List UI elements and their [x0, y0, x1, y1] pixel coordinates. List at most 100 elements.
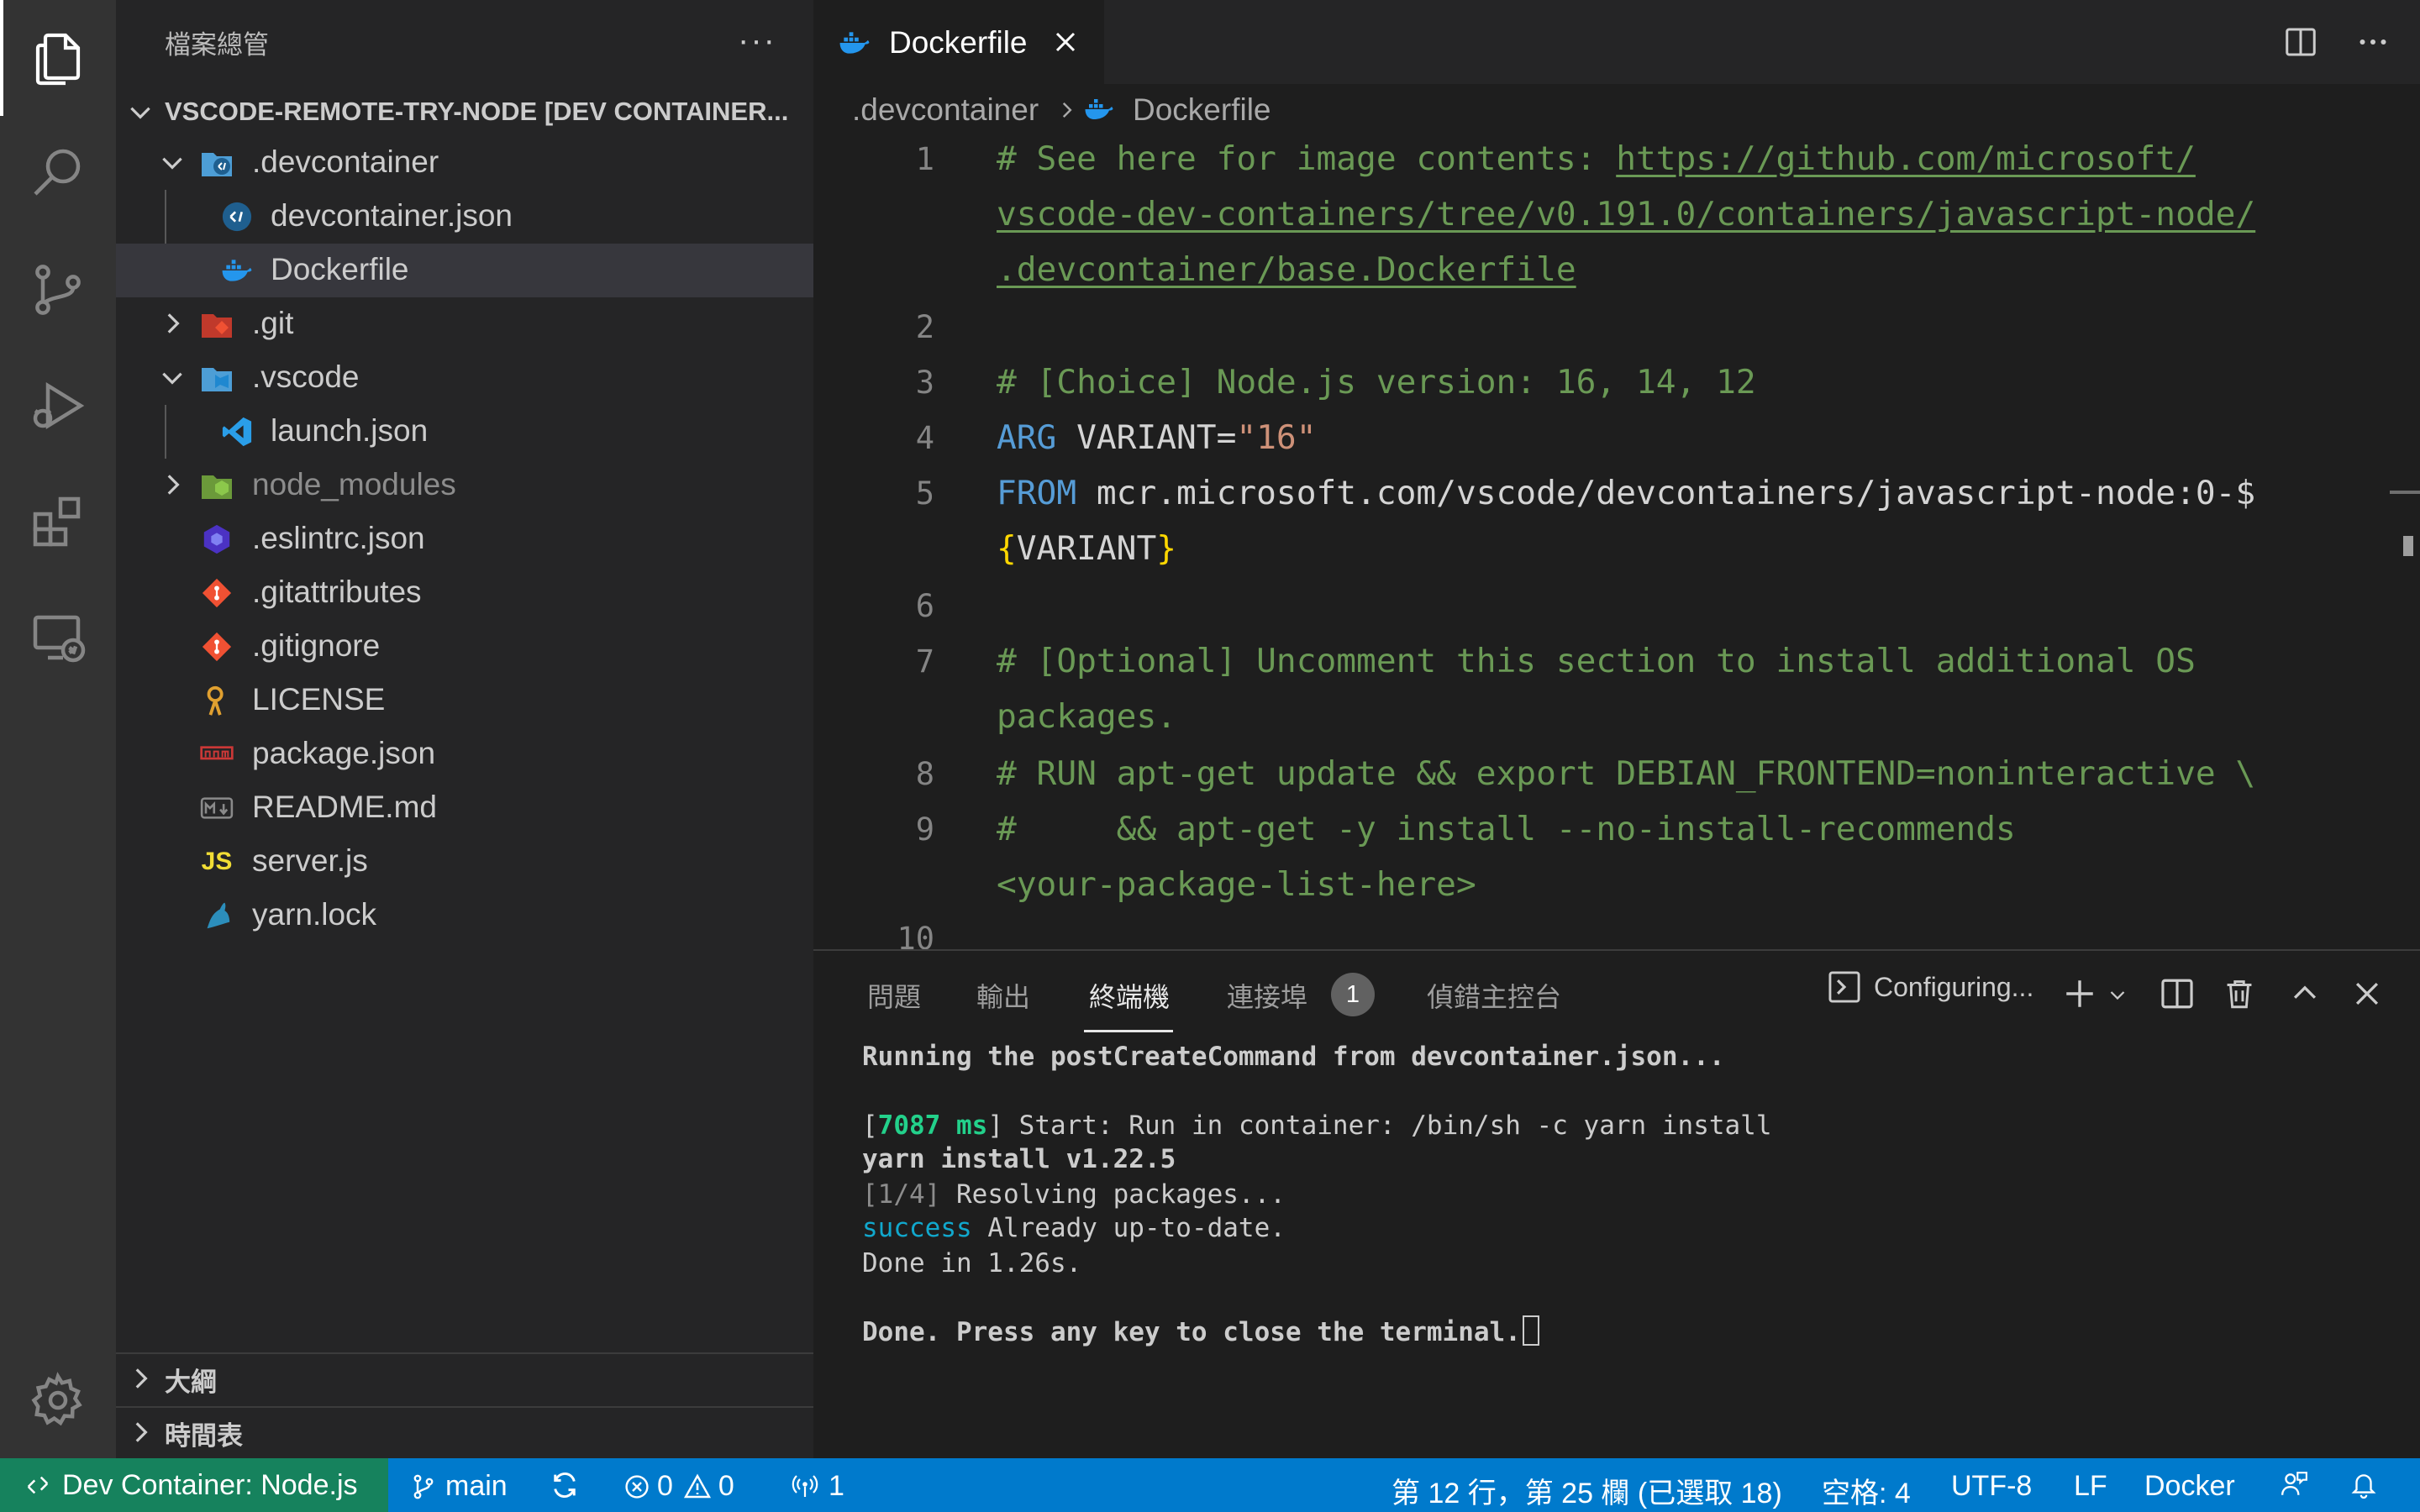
status-bar: Dev Container: Node.js main 0 0 1 第 12 行… — [0, 1458, 2420, 1512]
code-text: VARIANT= — [1056, 418, 1237, 457]
tab-problems[interactable]: 問題 — [867, 976, 921, 1015]
eslint-icon — [200, 522, 234, 556]
tree-file-gitattributes[interactable]: .gitattributes — [116, 566, 813, 620]
timeline-section[interactable]: 時間表 — [116, 1406, 813, 1458]
search-icon[interactable] — [0, 116, 116, 232]
tab-terminal[interactable]: 終端機 — [1089, 976, 1170, 1015]
code-link[interactable]: vscode-dev-containers/tree/v0.191.0/cont… — [997, 195, 2255, 234]
tree-file-server-js[interactable]: JS server.js — [116, 835, 813, 889]
indentation[interactable]: 空格: 4 — [1822, 1470, 1911, 1511]
tab-output[interactable]: 輸出 — [976, 976, 1030, 1015]
more-actions-icon[interactable]: ··· — [738, 22, 776, 60]
terminal-success: success — [862, 1213, 972, 1243]
end-of-line[interactable]: LF — [2074, 1470, 2107, 1503]
tree-folder-node-modules[interactable]: node_modules — [116, 459, 813, 512]
tree-file-yarn-lock[interactable]: yarn.lock — [116, 889, 813, 942]
remote-icon — [27, 1476, 49, 1494]
tree-file-launch-json[interactable]: launch.json — [116, 405, 813, 459]
explorer-icon[interactable] — [0, 0, 116, 116]
remote-label: Dev Container: Node.js — [62, 1468, 358, 1501]
tab-ports[interactable]: 連接埠 — [1227, 976, 1307, 1015]
tree-file-readme[interactable]: README.md — [116, 781, 813, 835]
outline-section[interactable]: 大綱 — [116, 1352, 813, 1404]
cursor-position[interactable]: 第 12 行，第 25 欄 (已選取 18) — [1392, 1470, 1782, 1511]
run-debug-icon[interactable] — [0, 348, 116, 464]
split-terminal-icon[interactable] — [2160, 976, 2195, 1011]
tree-file-package-json[interactable]: package.json — [116, 727, 813, 781]
tree-file-license[interactable]: LICENSE — [116, 674, 813, 727]
code-line-wrap: packages. — [997, 697, 1177, 736]
warning-icon — [683, 1473, 711, 1498]
tree-folder-git[interactable]: .git — [116, 297, 813, 351]
tree-item-label: .gitignore — [252, 628, 381, 663]
docker-icon — [1085, 99, 1113, 119]
more-actions-icon[interactable] — [2356, 25, 2390, 59]
tree-folder-vscode[interactable]: .vscode — [116, 351, 813, 405]
chevron-down-icon[interactable] — [2107, 984, 2128, 1005]
tree-item-label: package.json — [252, 736, 436, 770]
folder-vscode-icon — [200, 361, 234, 395]
breadcrumb-item[interactable]: Dockerfile — [1133, 92, 1271, 128]
terminal-name: Configuring... — [1874, 971, 2034, 1002]
tree-folder-devcontainer[interactable]: .devcontainer — [116, 136, 813, 190]
problems-indicator[interactable]: 0 0 — [623, 1470, 734, 1503]
npm-icon — [200, 738, 234, 771]
license-icon — [200, 684, 234, 717]
scrollbar-thumb[interactable] — [2403, 536, 2413, 556]
tree-file-dockerfile[interactable]: Dockerfile — [116, 244, 813, 297]
terminal-text: Already up-to-date. — [971, 1213, 1286, 1243]
ports-indicator[interactable]: 1 — [790, 1470, 844, 1503]
tree-file-eslintrc[interactable]: .eslintrc.json — [116, 512, 813, 566]
feedback-button[interactable] — [2279, 1470, 2309, 1499]
folder-git-icon — [200, 307, 234, 341]
code-link[interactable]: .devcontainer/base.Dockerfile — [997, 250, 1576, 289]
sync-button[interactable] — [550, 1470, 580, 1500]
terminal-line: Running the postCreateCommand from devco… — [862, 1042, 1725, 1072]
code-editor[interactable]: 1 # See here for image contents: https:/… — [813, 136, 2420, 949]
tab-debug-console[interactable]: 偵錯主控台 — [1427, 976, 1561, 1015]
new-terminal-plus-icon[interactable] — [2062, 976, 2097, 1011]
line-number: 7 — [915, 643, 934, 680]
branch-indicator[interactable]: main — [410, 1470, 508, 1503]
chevron-right-icon — [1062, 102, 1072, 118]
code-link[interactable]: https://github.com/microsoft/ — [1616, 139, 2196, 178]
remote-explorer-icon[interactable] — [0, 580, 116, 696]
code-line: # [Choice] Node.js version: 16, 14, 12 — [997, 363, 1756, 402]
tree-file-devcontainer-json[interactable]: devcontainer.json — [116, 190, 813, 244]
terminal-icon — [1828, 971, 1860, 1003]
terminal-selector[interactable]: Configuring... — [1827, 969, 2033, 1005]
trash-icon[interactable] — [2222, 976, 2257, 1011]
code-line-wrap: vscode-dev-containers/tree/v0.191.0/cont… — [997, 195, 2255, 234]
chevron-up-icon[interactable] — [2289, 978, 2321, 1010]
tab-dockerfile[interactable]: Dockerfile — [813, 0, 1104, 84]
explorer-header: 檔案總管 ··· — [116, 0, 813, 84]
terminal-step: [1/4] — [862, 1179, 941, 1210]
terminal-text: Done. Press any key to close the termina… — [862, 1317, 1521, 1347]
tree-file-gitignore[interactable]: .gitignore — [116, 620, 813, 674]
notifications-button[interactable] — [2349, 1470, 2378, 1499]
code-line-wrap: {VARIANT} — [997, 529, 1176, 568]
close-icon[interactable] — [1052, 29, 1079, 55]
code-line: FROM mcr.microsoft.com/vscode/devcontain… — [997, 474, 2255, 512]
terminal-text: [ — [862, 1110, 878, 1141]
settings-gear-icon[interactable] — [0, 1342, 116, 1458]
encoding[interactable]: UTF-8 — [1951, 1470, 2032, 1503]
error-icon — [625, 1474, 649, 1499]
breadcrumb-item[interactable]: .devcontainer — [852, 92, 1039, 128]
terminal-line: Done in 1.26s. — [862, 1248, 1082, 1278]
chevron-right-icon — [167, 475, 180, 495]
ports-count-badge: 1 — [1331, 973, 1375, 1016]
docker-icon — [220, 254, 254, 287]
tree-item-label: yarn.lock — [252, 897, 377, 932]
split-editor-icon[interactable] — [2284, 25, 2317, 59]
tree-item-label: .vscode — [252, 360, 360, 394]
javascript-icon: JS — [201, 848, 233, 875]
extensions-icon[interactable] — [0, 464, 116, 580]
source-control-icon[interactable] — [0, 232, 116, 348]
terminal-text: ] Start: Run in container: /bin/sh -c ya… — [987, 1110, 1772, 1141]
language-mode[interactable]: Docker — [2144, 1470, 2235, 1503]
tree-item-label: .eslintrc.json — [252, 521, 425, 555]
close-panel-icon[interactable] — [2351, 978, 2383, 1010]
workspace-root-folder[interactable]: VSCODE-REMOTE-TRY-NODE [DEV CONTAINER... — [116, 91, 813, 133]
remote-indicator[interactable]: Dev Container: Node.js — [0, 1458, 388, 1512]
